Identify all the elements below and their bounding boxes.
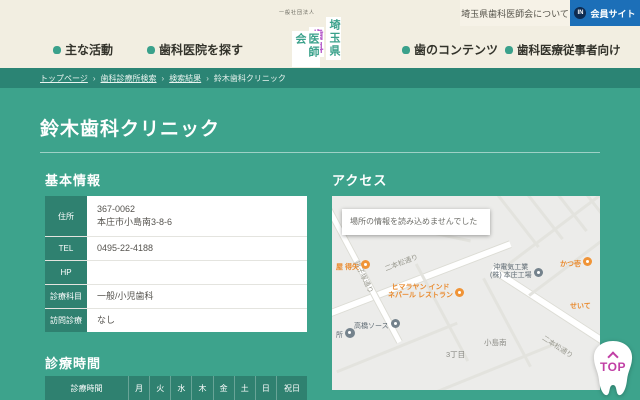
map-poi-business: 高橋ソース [354, 315, 400, 333]
logo-org-type: 一般社団法人 [279, 9, 315, 16]
nav-item-label: 歯科医療従事者向け [517, 42, 621, 58]
poi-label: かつ壱 [560, 261, 581, 268]
nav-item-label: 主な活動 [65, 41, 113, 58]
map-poi-business: 沖電気工業 (株) 本庄工場 [490, 264, 543, 282]
restaurant-marker-icon [361, 260, 370, 269]
access-heading: アクセス [332, 170, 387, 189]
row-label: TEL [45, 237, 87, 260]
nav-item-label: 歯のコンテンツ [414, 41, 498, 58]
row-label: HP [45, 261, 87, 284]
breadcrumb-home-link[interactable]: トップページ [40, 73, 88, 84]
map-poi-restaurant: 屋 得矢 [336, 256, 370, 274]
poi-label: 小島南 [484, 338, 507, 347]
hours-col-header: 診療時間 [45, 376, 129, 400]
poi-label: 沖電気工業 (株) 本庄工場 [490, 264, 532, 280]
breadcrumb-current: 鈴木歯科クリニック [214, 73, 286, 84]
tooth-bullet-icon [147, 46, 155, 54]
hours-table-header: 診療時間 月 火 水 木 金 土 日 祝日 [45, 376, 307, 400]
member-site-button[interactable]: IN 会員サイト [570, 0, 640, 26]
map-poi-restaurant: ヒマラヤン インド ネパール レストラン [388, 284, 464, 302]
scroll-to-top-button[interactable]: TOP [588, 340, 638, 398]
breadcrumb-search-link[interactable]: 歯科診療所検索 [101, 73, 157, 84]
basic-info-table: 住所 367-0062 本庄市小島南3-8-6 TEL 0495-22-4188… [45, 196, 307, 332]
tooth-bullet-icon [402, 46, 410, 54]
restaurant-marker-icon [455, 288, 464, 297]
business-marker-icon [391, 319, 400, 328]
row-value: 0495-22-4188 [87, 237, 307, 260]
hours-col-tue: 火 [150, 376, 171, 400]
logo-text-saitama: 埼玉県 [326, 17, 341, 60]
breadcrumb-results-link[interactable]: 検索結果 [169, 73, 201, 84]
breadcrumb-separator: › [93, 74, 96, 83]
table-row-departments: 診療科目 一般/小児歯科 [45, 285, 307, 309]
business-marker-icon [534, 268, 543, 277]
breadcrumb-separator: › [162, 74, 165, 83]
postal-code: 367-0062 [97, 203, 297, 216]
nav-item-professionals[interactable]: 歯科医療従事者向け [505, 42, 621, 57]
breadcrumb-separator: › [206, 74, 209, 83]
hours-col-sat: 土 [235, 376, 256, 400]
row-value: 367-0062 本庄市小島南3-8-6 [87, 196, 307, 236]
hours-heading: 診療時間 [45, 353, 101, 372]
map-area-label: 3丁目 [446, 344, 465, 362]
tooth-bullet-icon [53, 46, 61, 54]
logo-text-ishikai: 医師会 [292, 31, 320, 67]
member-site-label: 会員サイト [590, 7, 635, 20]
site-logo[interactable]: 一般社団法人 埼玉県 歯科 医師会 [279, 3, 351, 67]
tooth-bullet-icon [505, 46, 513, 54]
poi-label: 所 [336, 332, 343, 339]
street-address: 本庄市小島南3-8-6 [97, 216, 297, 229]
hours-col-fri: 金 [214, 376, 235, 400]
row-label: 診療科目 [45, 285, 87, 308]
table-row-address: 住所 367-0062 本庄市小島南3-8-6 [45, 196, 307, 237]
row-value [87, 261, 307, 284]
map-road [542, 196, 587, 232]
nav-item-label: 歯科医院を探す [159, 41, 243, 58]
top-button-label: TOP [588, 360, 638, 374]
table-row-hp: HP [45, 261, 307, 285]
table-row-tel: TEL 0495-22-4188 [45, 237, 307, 261]
hours-col-sun: 日 [256, 376, 277, 400]
poi-label: せいて [570, 303, 591, 310]
about-association-label: 埼玉県歯科医師会について [461, 7, 569, 20]
map-error-popup: 場所の情報を読み込めませんでした [342, 209, 490, 235]
hours-col-thu: 木 [192, 376, 213, 400]
title-divider [40, 152, 600, 153]
breadcrumb: トップページ › 歯科診療所検索 › 検索結果 › 鈴木歯科クリニック [0, 68, 640, 88]
poi-label: ヒマラヤン インド ネパール レストラン [388, 284, 453, 300]
map-road [398, 342, 557, 390]
access-map[interactable]: 銚子塚通り 二本松通り 二本松通り 屋 得矢 かつ壱 ヒマラヤン インド ネパー… [332, 196, 600, 390]
nav-item-find-clinic[interactable]: 歯科医院を探す [147, 42, 243, 57]
map-road-label: 二本松通り [383, 252, 419, 274]
map-poi-business: 所 [336, 324, 355, 342]
hours-col-mon: 月 [129, 376, 150, 400]
nav-item-tooth-contents[interactable]: 歯のコンテンツ [402, 42, 498, 57]
site-header: 埼玉県歯科医師会について IN 会員サイト 一般社団法人 埼玉県 歯科 医師会 … [0, 0, 640, 68]
hours-col-holiday: 祝日 [277, 376, 307, 400]
row-value: なし [87, 309, 307, 332]
login-icon: IN [574, 7, 586, 19]
row-label: 住所 [45, 196, 87, 236]
map-poi-partial: せいて [570, 295, 591, 313]
poi-label: 屋 得矢 [336, 264, 359, 271]
business-marker-icon [345, 328, 355, 338]
about-association-link[interactable]: 埼玉県歯科医師会について [460, 0, 570, 26]
nav-item-activities[interactable]: 主な活動 [53, 42, 113, 57]
poi-label: 3丁目 [446, 350, 465, 359]
hours-col-wed: 水 [171, 376, 192, 400]
map-poi-restaurant: かつ壱 [560, 253, 592, 271]
restaurant-marker-icon [583, 257, 592, 266]
map-area-label: 小島南 [484, 332, 507, 350]
row-label: 訪問診療 [45, 309, 87, 332]
page-title: 鈴木歯科クリニック [40, 114, 220, 141]
poi-label: 高橋ソース [354, 323, 389, 330]
table-row-visiting-care: 訪問診療 なし [45, 309, 307, 332]
row-value: 一般/小児歯科 [87, 285, 307, 308]
basic-info-heading: 基本情報 [45, 170, 101, 189]
